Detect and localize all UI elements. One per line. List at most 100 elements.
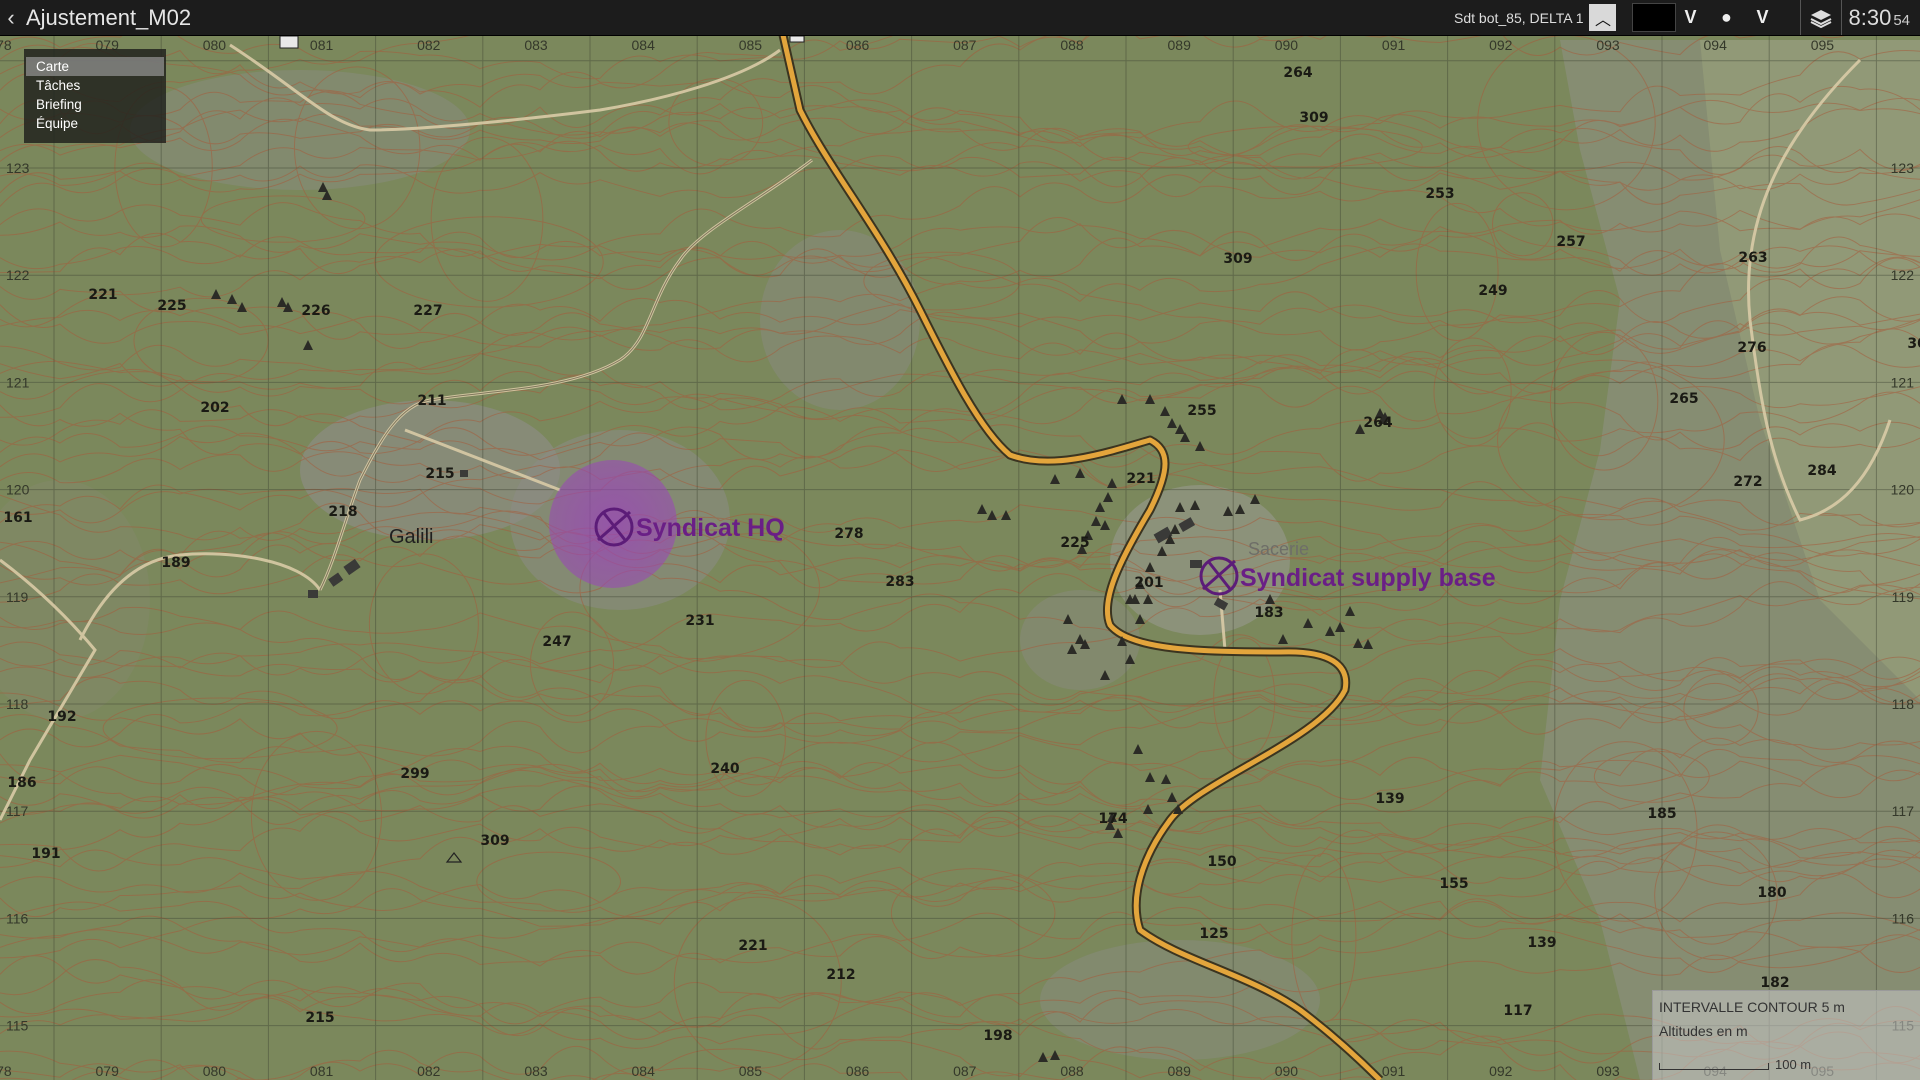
layers-button[interactable] xyxy=(1800,0,1843,35)
elevation-label: 253 xyxy=(1425,186,1454,202)
elevation-label: 150 xyxy=(1207,854,1236,870)
elevation-label: 240 xyxy=(710,761,739,777)
elevation-label: 278 xyxy=(834,526,863,542)
top-bar: ‹ Ajustement_M02 Sdt bot_85, DELTA 1 ︿ V… xyxy=(0,0,1920,36)
elevation-label: 180 xyxy=(1757,885,1786,901)
elevation-label: 215 xyxy=(305,1010,334,1026)
elevation-label: 215 xyxy=(425,466,454,482)
back-button[interactable]: ‹ xyxy=(0,0,22,35)
chevron-left-icon: ‹ xyxy=(7,4,15,30)
grid-x-label-top: 080 xyxy=(203,37,227,53)
elevation-label: 249 xyxy=(1478,283,1507,299)
elevation-label: 202 xyxy=(200,400,229,416)
elevation-label: 221 xyxy=(738,938,767,954)
grid-x-label-bottom: 083 xyxy=(524,1063,548,1079)
elevation-label: 255 xyxy=(1187,403,1216,419)
grid-x-label-top: 092 xyxy=(1489,37,1513,53)
grid-y-label-left: 120 xyxy=(6,482,30,498)
grid-y-label-left: 115 xyxy=(6,1018,29,1034)
grid-x-label-bottom: 079 xyxy=(96,1063,120,1079)
grid-x-label-bottom: 087 xyxy=(953,1063,977,1079)
grid-y-label-right: 116 xyxy=(1892,910,1915,926)
altitude-unit-label: Altitudes en m xyxy=(1659,1023,1748,1039)
grid-x-label-bottom: 092 xyxy=(1489,1063,1513,1079)
elevation-label: 155 xyxy=(1439,876,1468,892)
mission-time-seconds: 54 xyxy=(1893,11,1910,29)
elevation-label: 305 xyxy=(1907,336,1920,352)
elevation-label: 182 xyxy=(1760,975,1789,991)
marker-type-button[interactable]: ● xyxy=(1704,0,1748,35)
marker-label-supply: Syndicat supply base xyxy=(1240,564,1496,592)
elevation-label: 265 xyxy=(1669,391,1698,407)
elevation-label: 227 xyxy=(413,303,442,319)
map-screen: 0780780790790800800810810820820830830840… xyxy=(0,0,1920,1080)
elevation-label: 264 xyxy=(1283,65,1312,81)
elevation-label: 221 xyxy=(1126,471,1155,487)
elevation-label: 212 xyxy=(826,967,855,983)
scale-label: 100 m xyxy=(1775,1057,1812,1072)
grid-x-label-bottom: 078 xyxy=(0,1063,12,1079)
elevation-label: 225 xyxy=(157,298,186,314)
player-name: Sdt bot_85, DELTA 1 xyxy=(1454,9,1584,26)
grid-y-label-right: 120 xyxy=(1891,482,1915,498)
elevation-label: 139 xyxy=(1375,791,1404,807)
elevation-label: 174 xyxy=(1098,811,1127,827)
chevron-up-icon: ︿ xyxy=(1594,11,1611,29)
elevation-label: 309 xyxy=(1299,110,1328,126)
elevation-label: 183 xyxy=(1254,605,1283,621)
elevation-label: 257 xyxy=(1556,234,1585,250)
elevation-label: 309 xyxy=(480,833,509,849)
elevation-label: 283 xyxy=(885,574,914,590)
elevation-label: 276 xyxy=(1737,340,1766,356)
grid-x-label-bottom: 091 xyxy=(1382,1063,1406,1079)
grid-y-label-right: 118 xyxy=(1892,696,1915,712)
elevation-label: 284 xyxy=(1807,463,1836,479)
menu-item-taches[interactable]: Tâches xyxy=(24,76,166,95)
town-label-galili: Galili xyxy=(389,526,433,548)
elevation-label: 299 xyxy=(400,766,429,782)
grid-x-label-bottom: 086 xyxy=(846,1063,870,1079)
contour-interval-label: INTERVALLE CONTOUR 5 m xyxy=(1659,999,1845,1015)
grid-x-label-top: 089 xyxy=(1168,37,1192,53)
menu-item-carte[interactable]: Carte xyxy=(26,57,164,76)
color-dropdown-button[interactable]: V xyxy=(1676,0,1704,35)
grid-x-label-bottom: 084 xyxy=(632,1063,656,1079)
elevation-label: 272 xyxy=(1733,474,1762,490)
marker-color-swatch[interactable] xyxy=(1632,3,1677,32)
elevation-label: 225 xyxy=(1060,535,1089,551)
topbar-controls: Sdt bot_85, DELTA 1 ︿ V ● V 8:30 54 xyxy=(1454,0,1920,35)
grid-x-label-top: 088 xyxy=(1060,37,1084,53)
grid-x-label-top: 083 xyxy=(524,37,548,53)
elevation-label: 221 xyxy=(88,287,117,303)
menu-item-equipe[interactable]: Équipe xyxy=(24,114,166,133)
grid-x-label-top: 091 xyxy=(1382,37,1406,53)
grid-y-label-right: 121 xyxy=(1891,374,1915,390)
grid-y-label-left: 122 xyxy=(6,267,30,283)
menu-item-briefing[interactable]: Briefing xyxy=(24,95,166,114)
grid-y-label-left: 117 xyxy=(6,803,29,819)
elevation-label: 263 xyxy=(1738,250,1767,266)
grid-y-label-left: 121 xyxy=(6,374,30,390)
chevron-down-icon: V xyxy=(1684,7,1697,27)
collapse-button[interactable]: ︿ xyxy=(1589,4,1617,31)
elevation-label: 264 xyxy=(1363,415,1392,431)
marker-type-dropdown-button[interactable]: V xyxy=(1748,0,1776,35)
topographic-map[interactable]: 0780780790790800800810810820820830830840… xyxy=(0,0,1920,1080)
grid-x-label-bottom: 088 xyxy=(1060,1063,1084,1079)
mission-title: Ajustement_M02 xyxy=(26,4,192,30)
elevation-label: 191 xyxy=(31,846,60,862)
grid-y-label-right: 122 xyxy=(1891,267,1915,283)
elevation-label: 117 xyxy=(1503,1003,1532,1019)
grid-x-label-bottom: 085 xyxy=(739,1063,763,1079)
grid-x-label-top: 084 xyxy=(632,37,656,53)
grid-x-label-top: 094 xyxy=(1704,37,1728,53)
elevation-label: 139 xyxy=(1527,935,1556,951)
grid-x-label-bottom: 082 xyxy=(417,1063,441,1079)
grid-x-label-top: 090 xyxy=(1275,37,1299,53)
elevation-label: 186 xyxy=(7,775,36,791)
marker-label-hq: Syndicat HQ xyxy=(636,514,785,542)
elevation-label: 247 xyxy=(542,634,571,650)
marker-syndicat-supply-base[interactable]: Syndicat supply base xyxy=(1199,556,1496,596)
grid-y-label-left: 116 xyxy=(6,910,29,926)
elevation-label: 185 xyxy=(1647,806,1676,822)
